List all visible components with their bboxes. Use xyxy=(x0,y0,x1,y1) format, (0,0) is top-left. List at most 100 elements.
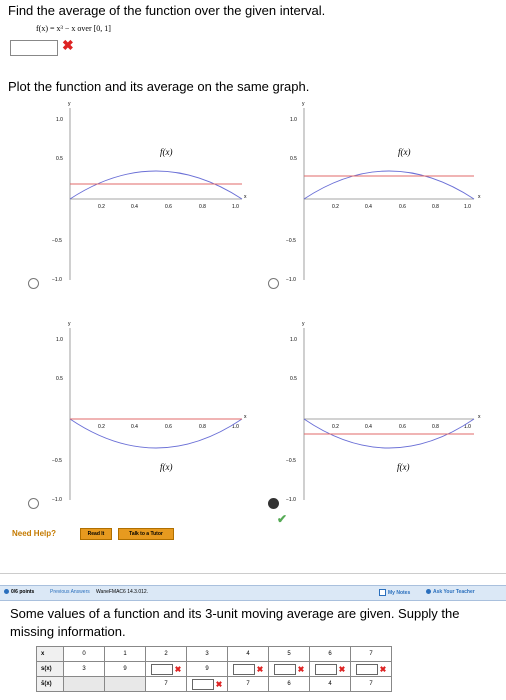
row-label-s: s(x) xyxy=(36,661,64,677)
graph-option-4-radio[interactable] xyxy=(268,498,279,509)
function-curve xyxy=(69,170,243,200)
table-cell: 3 xyxy=(186,646,228,662)
function-curve xyxy=(303,418,475,449)
table-cell: 9 xyxy=(186,661,228,677)
read-it-button[interactable]: Read It xyxy=(80,528,112,540)
svg-text:x: x xyxy=(478,194,481,200)
points-status: 0/6 points xyxy=(4,589,34,595)
y-axis-label: y xyxy=(68,101,71,107)
points-dot-icon xyxy=(4,589,9,595)
svg-text:−1.0: −1.0 xyxy=(286,277,296,283)
svg-text:−0.5: −0.5 xyxy=(52,458,62,464)
svg-text:−1.0: −1.0 xyxy=(52,497,62,503)
table-cell: 1 xyxy=(104,646,146,662)
svg-text:0.6: 0.6 xyxy=(399,424,406,430)
svg-text:y: y xyxy=(302,321,305,327)
graph-option-2-svg: y x 1.0 0.5 −0.5 −1.0 0.2 0.4 0.6 0.8 1.… xyxy=(286,101,481,283)
svg-text:0.2: 0.2 xyxy=(332,204,339,210)
table-cell: 6 xyxy=(268,676,310,692)
s5-input[interactable] xyxy=(273,663,296,675)
table-cell xyxy=(63,676,105,692)
graph-option-4-svg: y x 1.0 0.5 −0.5 −1.0 0.2 0.4 0.6 0.8 1.… xyxy=(286,321,481,503)
my-notes-button[interactable]: My Notes xyxy=(379,589,410,596)
svg-text:0.2: 0.2 xyxy=(332,424,339,430)
table-row-sbar: s̄(x) 7 ✖ 7 6 4 7 xyxy=(36,676,392,692)
plot-instruction: Plot the function and its average on the… xyxy=(8,79,310,94)
svg-text:−0.5: −0.5 xyxy=(286,458,296,464)
table-cell: 4 xyxy=(309,676,351,692)
table-cell: 6 xyxy=(309,646,351,662)
row-label-sbar: s̄(x) xyxy=(36,676,64,692)
talk-to-tutor-button[interactable]: Talk to a Tutor xyxy=(118,528,174,540)
graph-option-3: y x 1.0 0.5 −0.5 −1.0 0.2 0.4 0.6 0.8 1.… xyxy=(12,318,252,513)
svg-text:0.5: 0.5 xyxy=(290,376,297,382)
row-label-x: x xyxy=(36,646,64,662)
svg-text:1.0: 1.0 xyxy=(464,204,471,210)
function-curve xyxy=(69,418,243,449)
table-cell-input: ✖ xyxy=(350,661,392,677)
divider xyxy=(0,573,506,574)
svg-text:0.5: 0.5 xyxy=(56,376,63,382)
incorrect-x-icon: ✖ xyxy=(62,37,74,53)
fx-label: f(x) xyxy=(160,147,173,157)
table-cell: 7 xyxy=(145,676,187,692)
svg-text:x: x xyxy=(244,414,247,420)
function-curve xyxy=(303,170,475,200)
svg-text:1.0: 1.0 xyxy=(290,337,297,343)
need-help-label: Need Help? xyxy=(12,529,57,538)
ask-dot-icon xyxy=(426,589,431,595)
svg-text:0.4: 0.4 xyxy=(365,204,372,210)
ytick-1-0: 1.0 xyxy=(56,117,63,123)
table-cell: 4 xyxy=(227,646,269,662)
graph-option-4: y x 1.0 0.5 −0.5 −1.0 0.2 0.4 0.6 0.8 1.… xyxy=(252,318,492,513)
question-2-text: Some values of a function and its 3-unit… xyxy=(10,606,460,639)
incorrect-x-icon: ✖ xyxy=(215,679,223,689)
question-title: Find the average of the function over th… xyxy=(8,3,326,18)
incorrect-x-icon: ✖ xyxy=(256,664,264,674)
xtick-0-6: 0.6 xyxy=(165,204,172,210)
s2-input[interactable] xyxy=(150,663,173,675)
average-answer-input[interactable] xyxy=(10,40,58,56)
table-cell-input: ✖ xyxy=(309,661,351,677)
svg-text:y: y xyxy=(302,101,305,107)
question-2-header-bar: 0/6 points Previous Answers WaneFMAC6 14… xyxy=(0,585,506,601)
table-cell: 9 xyxy=(104,661,146,677)
previous-answers-link[interactable]: Previous Answers xyxy=(50,589,90,595)
graph-option-3-svg: y x 1.0 0.5 −0.5 −1.0 0.2 0.4 0.6 0.8 1.… xyxy=(52,321,247,503)
table-row-x: x 0 1 2 3 4 5 6 7 xyxy=(36,646,392,662)
svg-text:0.5: 0.5 xyxy=(290,156,297,162)
ytick-0-5: 0.5 xyxy=(56,156,63,162)
xtick-0-2: 0.2 xyxy=(98,204,105,210)
x-axis-label: x xyxy=(244,194,247,200)
table-cell-input: ✖ xyxy=(227,661,269,677)
table-cell: 2 xyxy=(145,646,187,662)
svg-text:1.0: 1.0 xyxy=(56,337,63,343)
svg-text:f(x): f(x) xyxy=(160,462,173,472)
graph-option-1-radio[interactable] xyxy=(28,278,39,289)
s7-input[interactable] xyxy=(355,663,378,675)
svg-text:1.0: 1.0 xyxy=(290,117,297,123)
incorrect-x-icon: ✖ xyxy=(174,664,182,674)
notes-box-icon xyxy=(379,589,386,596)
svg-text:0.8: 0.8 xyxy=(432,204,439,210)
s6-input[interactable] xyxy=(314,663,337,675)
svg-text:0.8: 0.8 xyxy=(432,424,439,430)
xtick-1-0: 1.0 xyxy=(232,204,239,210)
sbar3-input[interactable] xyxy=(191,678,214,690)
graph-option-3-radio[interactable] xyxy=(28,498,39,509)
table-cell: 7 xyxy=(350,676,392,692)
svg-text:y: y xyxy=(68,321,71,327)
moving-average-table: x 0 1 2 3 4 5 6 7 s(x) 3 9 ✖ 9 ✖ ✖ ✖ ✖ s… xyxy=(36,646,392,692)
svg-text:0.6: 0.6 xyxy=(399,204,406,210)
svg-text:f(x): f(x) xyxy=(397,462,410,472)
ytick-neg-1-0: −1.0 xyxy=(52,277,62,283)
ask-teacher-button[interactable]: Ask Your Teacher xyxy=(426,589,475,595)
graph-option-2-radio[interactable] xyxy=(268,278,279,289)
svg-text:0.8: 0.8 xyxy=(199,424,206,430)
s4-input[interactable] xyxy=(232,663,255,675)
xtick-0-8: 0.8 xyxy=(199,204,206,210)
svg-text:0.4: 0.4 xyxy=(365,424,372,430)
svg-text:−0.5: −0.5 xyxy=(286,238,296,244)
incorrect-x-icon: ✖ xyxy=(379,664,387,674)
table-cell-input: ✖ xyxy=(186,676,228,692)
